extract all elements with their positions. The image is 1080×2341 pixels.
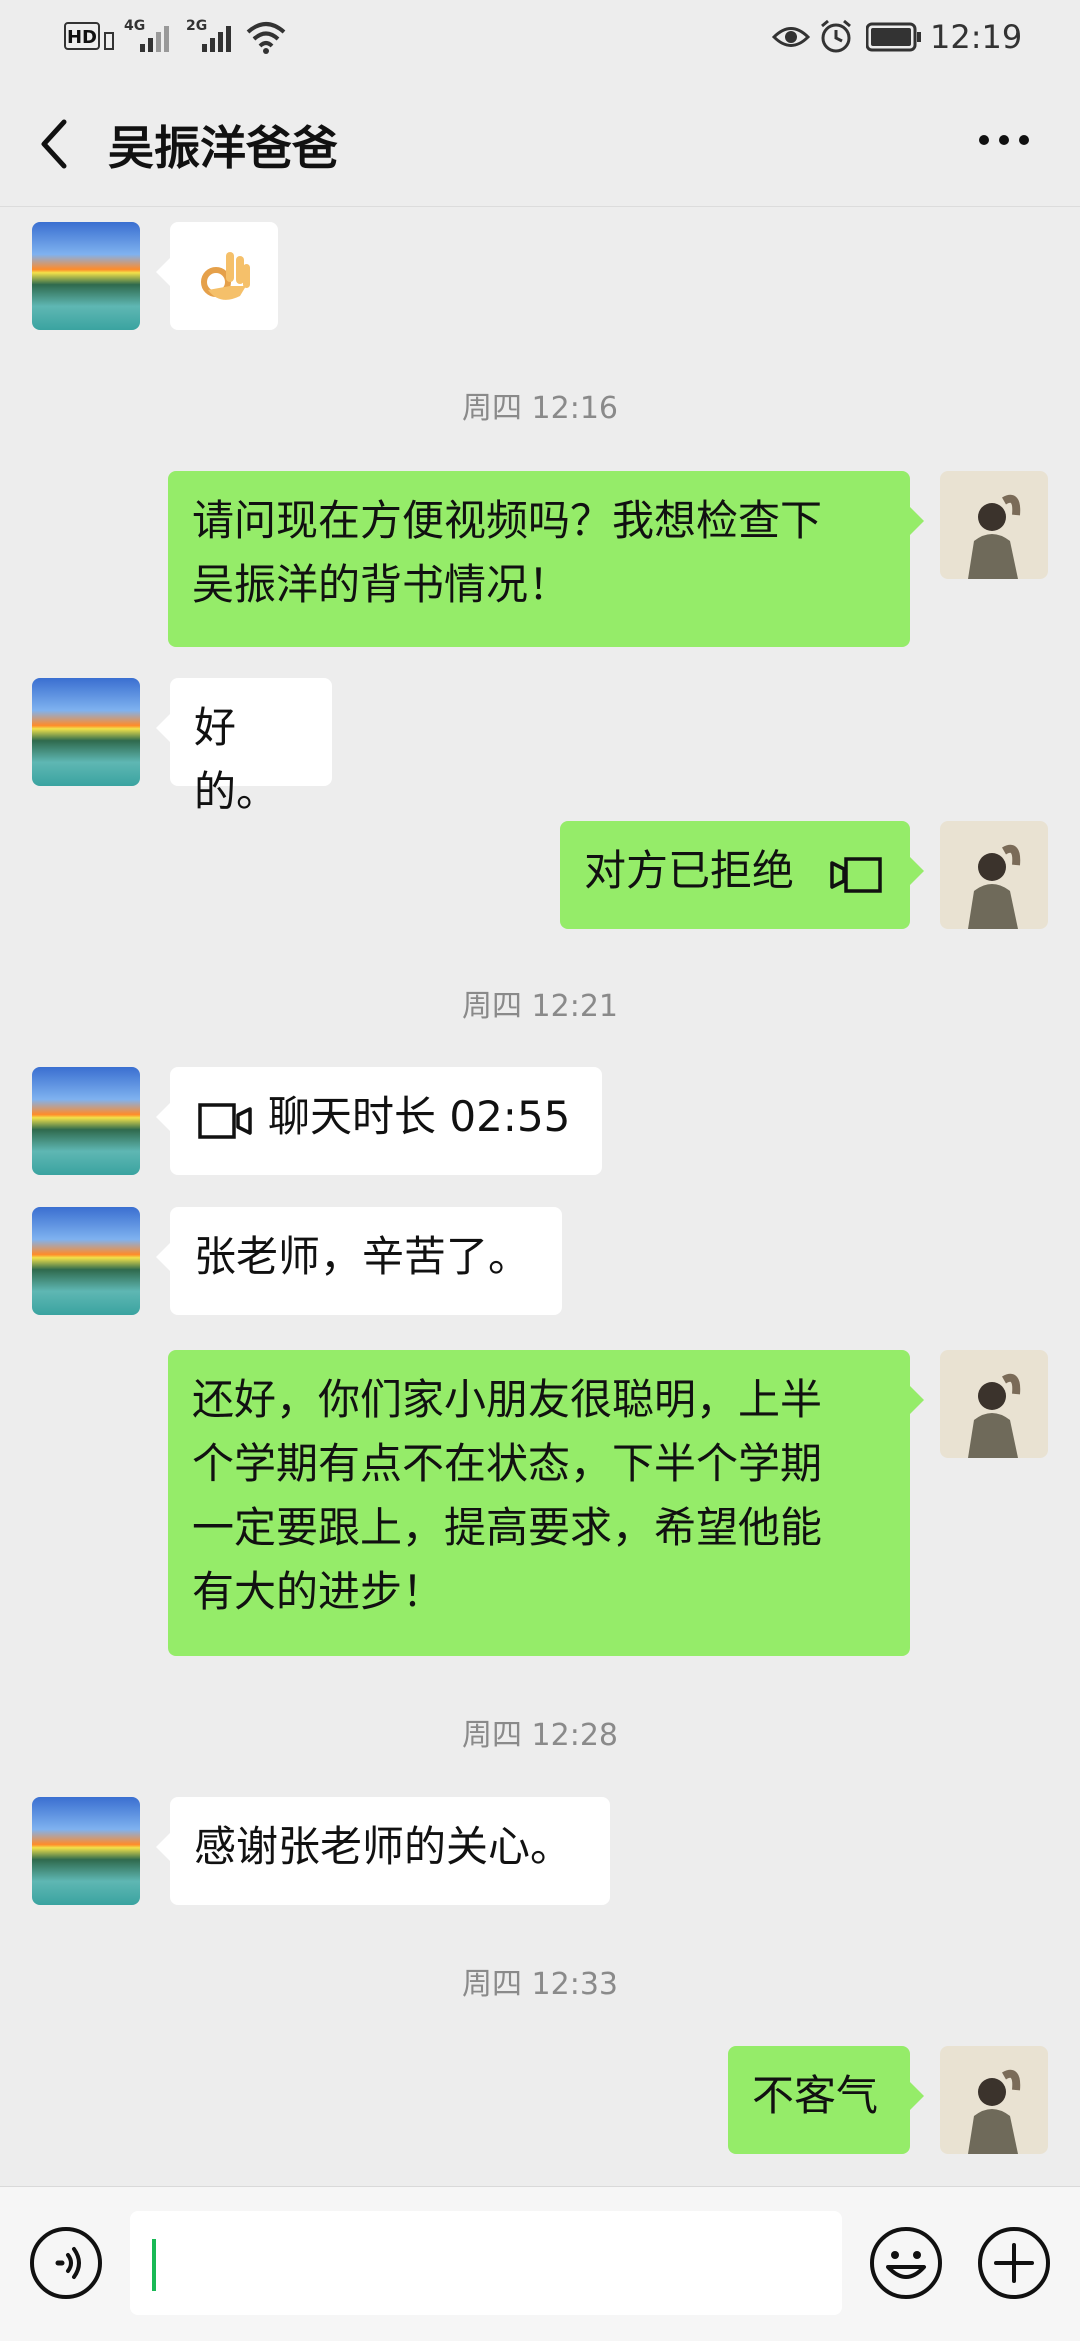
message-bubble-outgoing[interactable]: 请问现在方便视频吗？我想检查下 吴振洋的背书情况！ — [168, 471, 924, 647]
message-line: 有大的进步！ — [192, 1567, 445, 1616]
message-text: 不客气 — [752, 2071, 879, 2120]
video-call-icon — [830, 857, 882, 893]
message-line: 个学期有点不在状态，下半个学期 — [192, 1439, 823, 1488]
contact-avatar[interactable] — [32, 1797, 140, 1905]
emoji-icon[interactable] — [868, 2225, 944, 2301]
person-photo-icon — [968, 1373, 1021, 1458]
plus-icon[interactable] — [976, 2225, 1052, 2301]
wifi-icon — [246, 22, 286, 54]
message-bubble-incoming[interactable]: 感谢张老师的关心。 — [156, 1797, 610, 1905]
signal-strength-icon — [202, 26, 231, 52]
hd-badge: HD — [64, 22, 100, 50]
message-text: 聊天时长 02:55 — [268, 1092, 571, 1141]
message-bubble-outgoing[interactable]: 不客气 — [728, 2046, 924, 2154]
chat-header: 吴振洋爸爸 — [0, 76, 1080, 207]
message-line: 还好，你们家小朋友很聪明，上半 — [192, 1375, 823, 1424]
more-dots-icon[interactable] — [976, 132, 1032, 148]
chat-title: 吴振洋爸爸 — [108, 121, 338, 175]
message-line: 吴振洋的背书情况！ — [192, 560, 571, 609]
video-call-icon — [198, 1103, 252, 1139]
message-text: 好的。 — [194, 703, 279, 816]
battery-icon — [866, 22, 921, 52]
input-bar — [0, 2186, 1080, 2341]
my-avatar[interactable] — [940, 471, 1048, 579]
message-bubble-incoming[interactable]: 聊天时长 02:55 — [156, 1067, 602, 1175]
chevron-left-icon[interactable] — [36, 118, 72, 170]
my-avatar[interactable] — [940, 821, 1048, 929]
timestamp: 周四 12:28 — [462, 1718, 618, 1753]
sim-icon — [104, 32, 114, 50]
contact-avatar[interactable] — [32, 1067, 140, 1175]
message-text: 对方已拒绝 — [584, 846, 795, 895]
message-bubble-incoming[interactable] — [156, 222, 278, 330]
message-bubble-incoming[interactable]: 张老师，辛苦了。 — [156, 1207, 562, 1315]
contact-avatar[interactable] — [32, 222, 140, 330]
ok-hand-emoji-icon — [201, 252, 250, 300]
contact-avatar[interactable] — [32, 1207, 140, 1315]
timestamp: 周四 12:33 — [462, 1967, 618, 2002]
person-photo-icon — [968, 494, 1021, 579]
my-avatar[interactable] — [940, 2046, 1048, 2154]
contact-avatar[interactable] — [32, 678, 140, 786]
timestamp: 周四 12:16 — [462, 391, 618, 426]
eye-comfort-icon — [772, 27, 810, 47]
message-bubble-incoming[interactable]: 好的。 — [156, 678, 332, 816]
status-bar: HD 4G 2G 12:19 — [0, 0, 1080, 76]
signal-strength-icon — [140, 26, 169, 52]
message-line: 请问现在方便视频吗？我想检查下 — [192, 496, 823, 545]
message-bubble-outgoing[interactable]: 还好，你们家小朋友很聪明，上半 个学期有点不在状态，下半个学期 一定要跟上，提高… — [168, 1350, 924, 1656]
message-bubble-outgoing[interactable]: 对方已拒绝 — [560, 821, 924, 929]
person-photo-icon — [968, 2069, 1021, 2154]
person-photo-icon — [968, 844, 1021, 929]
alarm-icon — [821, 19, 851, 53]
message-line: 一定要跟上，提高要求，希望他能 — [192, 1503, 823, 1552]
message-list[interactable]: 周四 12:16 请问现在方便视频吗？我想检查下 吴振洋的背书情况！ 好的。 对… — [0, 207, 1080, 2185]
timestamp: 周四 12:21 — [462, 989, 618, 1024]
voice-icon[interactable] — [28, 2225, 104, 2301]
my-avatar[interactable] — [940, 1350, 1048, 1458]
message-input[interactable] — [130, 2211, 842, 2315]
message-text: 张老师，辛苦了。 — [194, 1232, 531, 1281]
status-time: 12:19 — [930, 18, 1023, 56]
text-cursor — [152, 2239, 156, 2291]
message-text: 感谢张老师的关心。 — [194, 1822, 573, 1871]
